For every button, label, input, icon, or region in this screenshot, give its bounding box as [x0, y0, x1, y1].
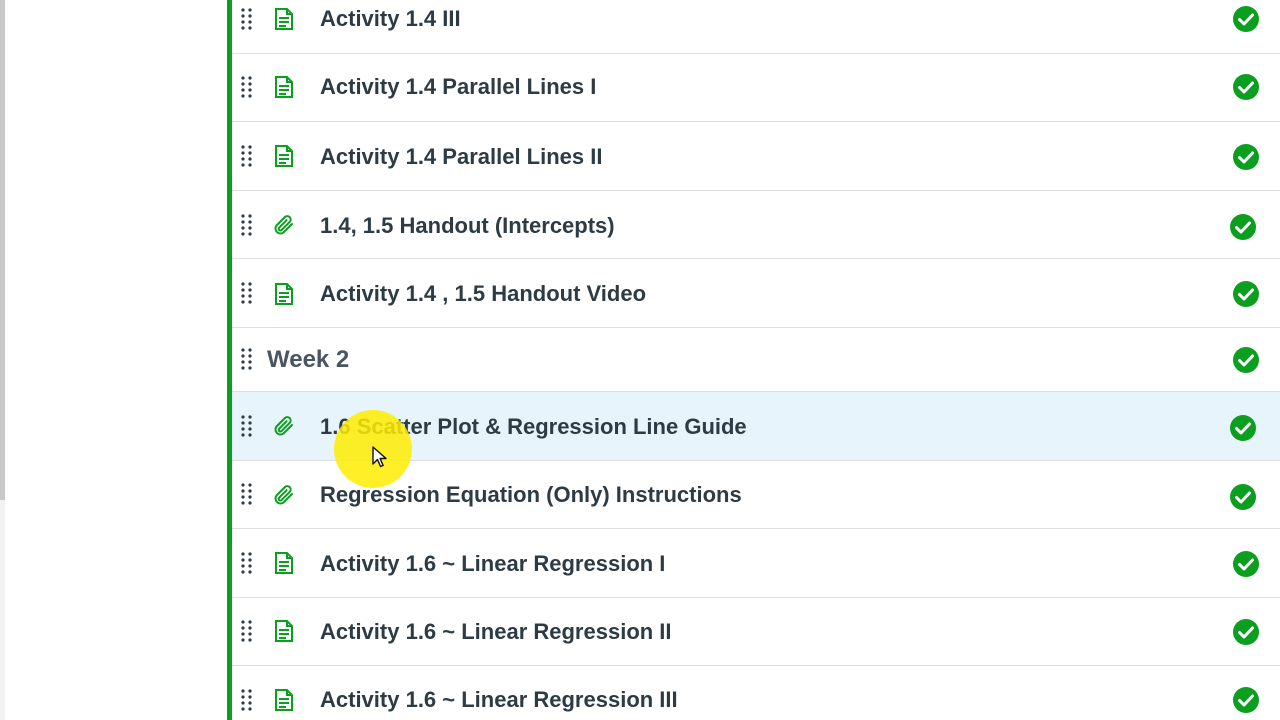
module-header-row[interactable]: Week 2: [232, 328, 1280, 392]
module-item-row[interactable]: Activity 1.4 Parallel Lines II: [232, 122, 1280, 191]
drag-handle-icon[interactable]: [241, 214, 253, 236]
page-icon: [272, 144, 296, 168]
left-pane-scrollbar[interactable]: [0, 0, 5, 720]
module-item-row[interactable]: Regression Equation (Only) Instructions: [232, 461, 1280, 529]
module-item-row[interactable]: Activity 1.6 ~ Linear Regression II: [232, 598, 1280, 666]
completed-check-icon: [1232, 550, 1260, 578]
completed-check-icon: [1232, 618, 1260, 646]
drag-handle-icon[interactable]: [241, 348, 253, 370]
drag-handle-icon[interactable]: [241, 552, 253, 574]
module-item-title[interactable]: Activity 1.4 III: [320, 6, 461, 32]
drag-handle-icon[interactable]: [241, 689, 253, 711]
completed-check-icon: [1232, 686, 1260, 714]
page-icon: [272, 75, 296, 99]
module-item-row[interactable]: 1.4, 1.5 Handout (Intercepts): [232, 191, 1280, 259]
drag-handle-icon[interactable]: [241, 145, 253, 167]
module-item-row[interactable]: Activity 1.6 ~ Linear Regression I: [232, 529, 1280, 598]
module-header-title[interactable]: Week 2: [267, 346, 349, 374]
completed-check-icon: [1232, 73, 1260, 101]
completed-check-icon: [1232, 143, 1260, 171]
module-item-row[interactable]: Activity 1.4 , 1.5 Handout Video: [232, 259, 1280, 328]
page-icon: [272, 619, 296, 643]
module-item-row[interactable]: 1.6 Scatter Plot & Regression Line Guide: [232, 392, 1280, 461]
completed-check-icon: [1229, 414, 1257, 442]
completed-check-icon: [1229, 213, 1257, 241]
module-item-title[interactable]: Activity 1.6 ~ Linear Regression II: [320, 619, 672, 645]
page-icon: [272, 282, 296, 306]
page-icon: [272, 688, 296, 712]
drag-handle-icon[interactable]: [241, 415, 253, 437]
drag-handle-icon[interactable]: [241, 76, 253, 98]
module-item-list: Activity 1.4 III Activity 1.4 Parallel L…: [227, 0, 1280, 720]
module-item-title[interactable]: 1.4, 1.5 Handout (Intercepts): [320, 213, 615, 239]
drag-handle-icon[interactable]: [241, 620, 253, 642]
completed-check-icon: [1232, 280, 1260, 308]
attachment-icon: [272, 213, 296, 237]
module-item-title[interactable]: 1.6 Scatter Plot & Regression Line Guide: [320, 414, 747, 440]
completed-check-icon: [1232, 346, 1260, 374]
module-item-title[interactable]: Activity 1.6 ~ Linear Regression I: [320, 551, 665, 577]
attachment-icon: [272, 483, 296, 507]
left-pane-scrollbar-thumb[interactable]: [0, 0, 5, 500]
module-item-row[interactable]: Activity 1.4 Parallel Lines I: [232, 54, 1280, 122]
page-icon: [272, 551, 296, 575]
drag-handle-icon[interactable]: [241, 282, 253, 304]
module-item-row[interactable]: Activity 1.4 III: [232, 0, 1280, 54]
drag-handle-icon[interactable]: [241, 483, 253, 505]
page-icon: [272, 7, 296, 31]
module-item-title[interactable]: Regression Equation (Only) Instructions: [320, 482, 742, 508]
drag-handle-icon[interactable]: [241, 8, 253, 30]
completed-check-icon: [1232, 5, 1260, 33]
module-item-title[interactable]: Activity 1.6 ~ Linear Regression III: [320, 687, 678, 713]
module-item-title[interactable]: Activity 1.4 , 1.5 Handout Video: [320, 281, 646, 307]
module-item-title[interactable]: Activity 1.4 Parallel Lines I: [320, 74, 596, 100]
module-item-row[interactable]: Activity 1.6 ~ Linear Regression III: [232, 666, 1280, 720]
attachment-icon: [272, 414, 296, 438]
page: Activity 1.4 III Activity 1.4 Parallel L…: [0, 0, 1280, 720]
module-item-title[interactable]: Activity 1.4 Parallel Lines II: [320, 144, 602, 170]
completed-check-icon: [1229, 483, 1257, 511]
